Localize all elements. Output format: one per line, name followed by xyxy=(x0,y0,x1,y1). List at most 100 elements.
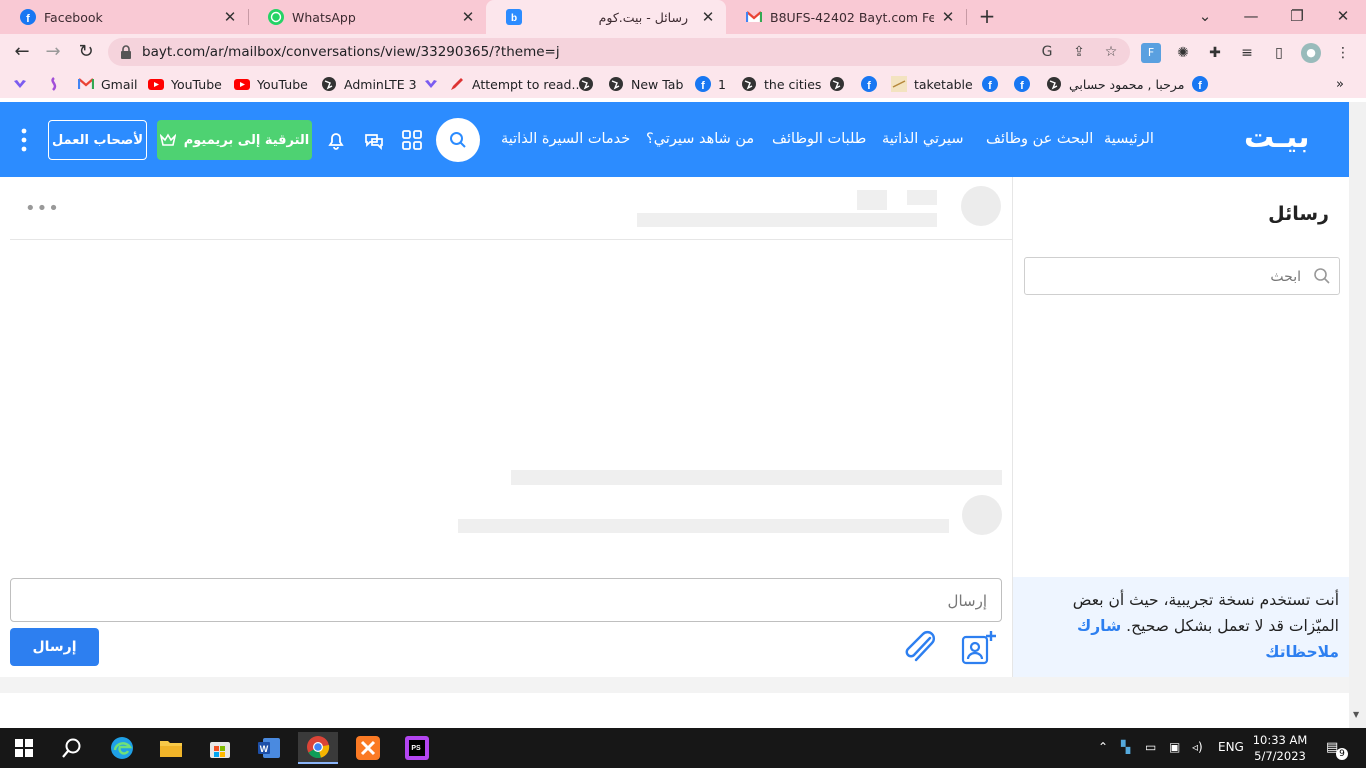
close-icon[interactable]: ✕ xyxy=(222,8,238,26)
tab-facebook[interactable]: f Facebook ✕ xyxy=(0,0,248,34)
bookmark-taketable[interactable]: taketable xyxy=(891,75,973,93)
taskbar-phpstorm[interactable]: PS xyxy=(397,732,437,764)
conversation-search-input[interactable]: ابحث xyxy=(1024,257,1340,295)
page-viewport: بيـت الرئيسية البحث عن وظائف سيرتي الذات… xyxy=(0,102,1349,728)
minimize-button[interactable]: — xyxy=(1228,0,1274,34)
scroll-down-icon[interactable]: ▼ xyxy=(1353,710,1359,719)
forward-button[interactable]: → xyxy=(40,39,66,65)
tray-overflow-icon[interactable]: ⌃ xyxy=(1098,740,1108,754)
close-icon[interactable]: ✕ xyxy=(460,8,476,26)
tray-app-icon[interactable]: ▚ xyxy=(1121,740,1130,754)
tab-search-button[interactable]: ⌄ xyxy=(1182,0,1228,34)
bookmark-item[interactable]: f xyxy=(1192,75,1215,93)
bookmark-item[interactable] xyxy=(578,75,601,93)
address-bar[interactable]: bayt.com/ar/mailbox/conversations/view/3… xyxy=(108,38,1130,66)
extension-icon[interactable]: F xyxy=(1141,43,1161,63)
bookmark-the-cities[interactable]: the cities xyxy=(741,75,821,93)
volume-icon[interactable]: ◃) xyxy=(1192,740,1203,754)
network-icon[interactable]: ▣ xyxy=(1169,740,1180,754)
nav-applications[interactable]: طلبات الوظائف xyxy=(772,131,866,147)
nav-home[interactable]: الرئيسية xyxy=(1104,131,1154,147)
bookmark-gmail[interactable]: Gmail xyxy=(78,75,137,93)
clock-time: 10:33 AM xyxy=(1252,733,1308,747)
start-button[interactable] xyxy=(4,732,44,764)
bookmark-marhaba[interactable]: مرحبا , محمود حسابي xyxy=(1046,75,1184,93)
bookmark-item[interactable]: f xyxy=(861,75,884,93)
close-icon[interactable]: ✕ xyxy=(700,8,716,26)
battery-icon[interactable]: ▭ xyxy=(1145,740,1156,754)
back-button[interactable]: ← xyxy=(9,39,35,65)
bookmark-item[interactable] xyxy=(12,75,35,93)
taskbar-search-button[interactable] xyxy=(52,732,92,764)
taskbar-word[interactable]: W xyxy=(249,732,289,764)
tab-gmail-feedback[interactable]: B8UFS-42402 Bayt.com Feedback ✕ xyxy=(726,0,966,34)
site-search-button[interactable] xyxy=(436,118,480,162)
reload-button[interactable]: ↻ xyxy=(73,39,99,65)
clock-date: 5/7/2023 xyxy=(1254,749,1306,763)
message-input[interactable]: إرسال xyxy=(10,578,1002,622)
globe-icon xyxy=(1047,77,1061,91)
facebook-icon: f xyxy=(695,76,711,92)
bookmark-item[interactable] xyxy=(423,75,446,93)
extension-icon[interactable]: ✺ xyxy=(1173,43,1193,63)
bookmark-youtube[interactable]: YouTube xyxy=(148,75,222,93)
add-contact-icon[interactable] xyxy=(958,628,998,668)
bookmarks-overflow-icon[interactable]: » xyxy=(1336,75,1344,93)
send-button[interactable]: إرسال xyxy=(10,628,99,666)
restore-button[interactable]: ❐ xyxy=(1274,0,1320,34)
google-icon[interactable]: G xyxy=(1038,43,1056,61)
tab-bayt-messages[interactable]: b رسائل - بيت.كوم ✕ xyxy=(486,0,726,34)
globe-icon xyxy=(742,77,756,91)
share-icon[interactable]: ⇪ xyxy=(1070,43,1088,61)
lock-icon xyxy=(121,45,131,59)
more-options-icon[interactable]: ••• xyxy=(25,198,60,219)
taskbar-chrome[interactable] xyxy=(298,732,338,764)
close-window-button[interactable]: ✕ xyxy=(1320,0,1366,34)
star-icon[interactable]: ☆ xyxy=(1102,43,1120,61)
message-skeleton xyxy=(458,519,949,533)
bayt-logo[interactable]: بيـت xyxy=(1244,120,1310,155)
bookmark-item[interactable]: f xyxy=(982,75,1005,93)
page-scrollbar[interactable]: ▼ xyxy=(1349,102,1366,728)
bookmark-new-tab[interactable]: New Tab xyxy=(608,75,683,93)
bookmark-adminlte[interactable]: AdminLTE 3 xyxy=(321,75,417,93)
chat-icon[interactable] xyxy=(363,129,385,151)
taskbar-clock[interactable]: 10:33 AM 5/7/2023 xyxy=(1250,732,1310,764)
menu-icon[interactable]: ⋮ xyxy=(1333,43,1353,63)
new-tab-button[interactable]: + xyxy=(976,5,998,27)
whatsapp-icon xyxy=(268,9,284,25)
language-indicator[interactable]: ENG xyxy=(1218,740,1244,754)
taskbar-store[interactable] xyxy=(200,732,240,764)
bookmark-item[interactable]: f xyxy=(1014,75,1037,93)
browser-toolbar: ← → ↻ bayt.com/ar/mailbox/conversations/… xyxy=(0,34,1366,70)
side-panel-icon[interactable]: ▯ xyxy=(1269,43,1289,63)
bookmarks-bar: Gmail YouTube YouTube AdminLTE 3 Attempt… xyxy=(0,70,1366,98)
more-vertical-icon[interactable] xyxy=(20,127,28,153)
employers-button[interactable]: لأصحاب العمل xyxy=(48,120,147,160)
bookmark-item[interactable] xyxy=(46,75,69,93)
svg-text:f: f xyxy=(988,80,992,92)
apps-grid-icon[interactable] xyxy=(401,129,423,151)
nav-job-search[interactable]: البحث عن وظائف xyxy=(986,131,1093,147)
beta-notice: أنت تستخدم نسخة تجريبية، حيث أن بعض المي… xyxy=(1013,577,1349,677)
bell-icon[interactable] xyxy=(325,129,347,151)
taskbar-xampp[interactable] xyxy=(348,732,388,764)
upgrade-premium-button[interactable]: الترقية إلى بريميوم xyxy=(157,120,312,160)
close-icon[interactable]: ✕ xyxy=(940,8,956,26)
bookmark-1[interactable]: f 1 xyxy=(695,75,726,93)
taskbar-edge[interactable] xyxy=(102,732,142,764)
nav-cv-views[interactable]: من شاهد سيرتي؟ xyxy=(646,131,754,147)
nav-my-cv[interactable]: سيرتي الذاتية xyxy=(882,131,964,147)
nav-cv-services[interactable]: خدمات السيرة الذاتية xyxy=(501,131,630,147)
profile-avatar[interactable]: ● xyxy=(1301,43,1321,63)
bookmark-attempt[interactable]: Attempt to read... xyxy=(449,75,583,93)
bookmark-item[interactable] xyxy=(829,75,852,93)
puzzle-icon[interactable]: ✚ xyxy=(1205,43,1225,63)
media-icon[interactable]: ≡ xyxy=(1237,43,1257,63)
tab-whatsapp[interactable]: WhatsApp ✕ xyxy=(248,0,486,34)
bookmark-youtube[interactable]: YouTube xyxy=(234,75,308,93)
bookmark-label: taketable xyxy=(914,76,973,92)
taskbar-file-explorer[interactable] xyxy=(151,732,191,764)
store-icon xyxy=(210,742,230,758)
paperclip-icon[interactable] xyxy=(900,628,938,666)
